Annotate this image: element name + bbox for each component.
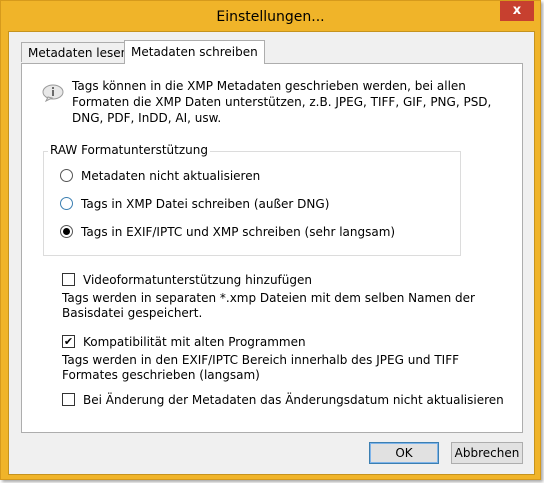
checkbox-label: Bei Änderung der Metadaten das Änderungs… [83,393,504,407]
checkbox-checked[interactable]: ✔ [62,335,75,348]
video-format-description: Tags werden in separaten *.xmp Dateien m… [62,291,475,320]
checkbox[interactable] [62,393,75,406]
checkmark-icon: ✔ [63,335,74,348]
raw-format-groupbox: RAW Formatunterstützung Metadaten nicht … [43,143,461,256]
cancel-button[interactable]: Abbrechen [451,442,523,464]
compat-description: Tags werden in den EXIF/IPTC Bereich inn… [62,353,460,382]
radio-option-xmp-file[interactable]: Tags in XMP Datei schreiben (außer DNG) [60,196,329,212]
radio-button-selected[interactable] [60,225,73,238]
checkbox[interactable] [62,273,75,286]
groupbox-title: RAW Formatunterstützung [48,143,210,157]
tab-label: Metadaten schreiben [131,45,258,59]
settings-dialog: Einstellungen... x Metadaten lesen Metad… [0,0,541,480]
video-format-checkbox-row[interactable]: Videoformatunterstützung hinzufügen [62,272,312,288]
compat-checkbox-row[interactable]: ✔ Kompatibilität mit alten Programmen [62,334,306,350]
radio-label: Tags in EXIF/IPTC und XMP schreiben (seh… [81,225,396,239]
radio-label: Tags in XMP Datei schreiben (außer DNG) [81,197,330,211]
info-speech-bubble-icon [42,84,64,103]
checkbox-label: Kompatibilität mit alten Programmen [83,335,306,349]
tab-label: Metadaten lesen [28,46,129,60]
radio-option-no-update[interactable]: Metadaten nicht aktualisieren [60,168,260,184]
tab-metadaten-schreiben[interactable]: Metadaten schreiben [124,40,265,64]
window-title: Einstellungen... [216,9,325,25]
dialog-client-area: Metadaten lesen Metadaten schreiben Tags… [8,31,535,475]
close-icon: x [512,3,522,18]
tab-panel: Tags können in die XMP Metadaten geschri… [21,63,523,433]
radio-button[interactable] [60,197,73,210]
ok-button[interactable]: OK [369,442,439,464]
radio-label: Metadaten nicht aktualisieren [81,169,261,183]
radio-option-exif-iptc-xmp[interactable]: Tags in EXIF/IPTC und XMP schreiben (seh… [60,224,395,240]
info-text: Tags können in die XMP Metadaten geschri… [72,79,492,125]
date-checkbox-row[interactable]: Bei Änderung der Metadaten das Änderungs… [62,392,504,408]
close-button[interactable]: x [500,1,534,21]
checkbox-label: Videoformatunterstützung hinzufügen [83,273,312,287]
tab-metadaten-lesen[interactable]: Metadaten lesen [21,42,136,62]
radio-dot-icon [63,228,70,235]
radio-button[interactable] [60,169,73,182]
